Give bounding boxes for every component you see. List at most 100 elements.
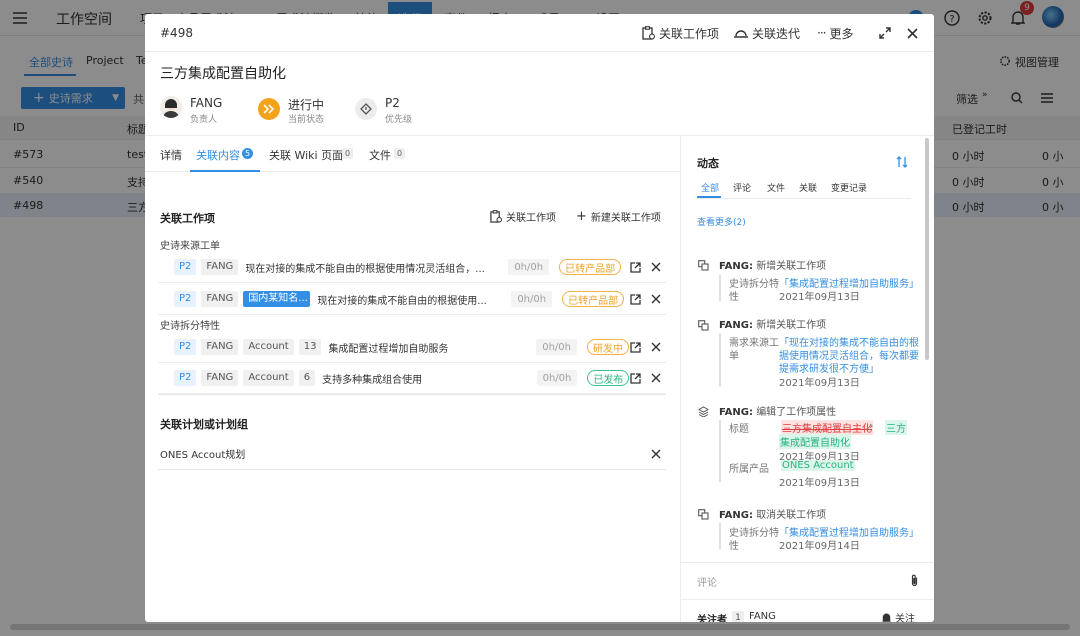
activity-change-arrow-icon: › bbox=[869, 419, 874, 432]
link-item-label: 关联工作项 bbox=[506, 213, 556, 224]
activity-tab-files[interactable]: 文件 bbox=[767, 181, 785, 194]
owner-tag: FANG bbox=[201, 291, 239, 307]
follow-button[interactable]: 关注 bbox=[881, 610, 915, 622]
header-link-iteration-button[interactable]: 关联迭代 bbox=[734, 14, 800, 52]
tab-details[interactable]: 详情 bbox=[160, 147, 182, 163]
layers-edit-icon bbox=[697, 405, 709, 417]
tab-active-underline bbox=[190, 170, 260, 172]
header-link-item-button[interactable]: 关联工作项 bbox=[642, 14, 719, 52]
linked-item-text[interactable]: 现在对接的集成不能自由的根据使用情况灵活组合，... bbox=[245, 260, 501, 275]
linked-item-row[interactable]: P2 FANG 国内某知名... 现在对接的集成不能自由的根据使用... 0h/… bbox=[158, 284, 666, 315]
activity-tab-links[interactable]: 关联 bbox=[799, 181, 817, 194]
activity-tab-comments[interactable]: 评论 bbox=[733, 181, 751, 194]
status-tag: 已转产品部 bbox=[559, 259, 622, 275]
activity-entry-line bbox=[719, 420, 721, 482]
linked-item-text[interactable]: 集成配置过程增加自助服务 bbox=[328, 340, 534, 355]
linked-plan-row[interactable]: ONES Accout规划 bbox=[158, 438, 666, 470]
sort-order-icon[interactable] bbox=[895, 155, 909, 169]
status-icon[interactable] bbox=[258, 98, 280, 120]
header-more-label: 更多 bbox=[829, 26, 854, 41]
owner-tag: FANG bbox=[201, 339, 239, 355]
header-link-item-label: 关联工作项 bbox=[659, 26, 720, 41]
link-item-button[interactable]: 关联工作项 bbox=[490, 209, 556, 224]
tab-linked-content[interactable]: 关联内容 bbox=[196, 147, 240, 163]
work-item-id: #498 bbox=[160, 26, 193, 40]
activity-linked-item-line-3[interactable]: 提需求研发很不方便」 bbox=[779, 360, 879, 375]
priority-tag: P2 bbox=[174, 339, 197, 355]
link-entry-icon bbox=[697, 508, 709, 520]
watcher-name[interactable]: FANG bbox=[749, 611, 776, 622]
hours-tag: 0h/0h bbox=[508, 259, 550, 275]
tab-linked-content-count: 5 bbox=[242, 148, 253, 159]
comment-input[interactable]: 评论 bbox=[697, 574, 897, 589]
activity-entry-header: FANG: 新增关联工作项 bbox=[719, 316, 826, 331]
linked-item-text[interactable]: 现在对接的集成不能自由的根据使用... bbox=[317, 292, 499, 307]
activity-entry-header: FANG: 编辑了工作项属性 bbox=[719, 403, 836, 418]
open-external-icon[interactable] bbox=[629, 261, 641, 273]
see-more-link[interactable]: 查看更多(2) bbox=[697, 215, 746, 228]
tab-files-count: 0 bbox=[394, 148, 405, 159]
activity-new-value: 三方 bbox=[885, 420, 907, 435]
activity-action: 新增关联工作项 bbox=[756, 261, 827, 272]
activity-tab-all[interactable]: 全部 bbox=[701, 181, 719, 194]
new-linked-item-button[interactable]: + 新建关联工作项 bbox=[576, 209, 661, 225]
priority-tag: P2 bbox=[174, 291, 197, 307]
comment-box-divider bbox=[681, 562, 934, 563]
activity-entry-header: FANG: 新增关联工作项 bbox=[719, 257, 826, 272]
activity-tab-changelog[interactable]: 变更记录 bbox=[831, 181, 867, 194]
group-source-tickets: 史诗来源工单 bbox=[160, 241, 220, 252]
activity-field-key-wrap: 单 bbox=[729, 351, 739, 362]
remove-icon[interactable] bbox=[650, 341, 662, 353]
remove-icon[interactable] bbox=[650, 448, 662, 460]
tab-files[interactable]: 文件 bbox=[369, 147, 391, 163]
owner-name[interactable]: FANG bbox=[190, 96, 222, 110]
number-tag: 6 bbox=[298, 370, 316, 386]
linked-item-row[interactable]: P2 FANG Account 13 集成配置过程增加自助服务 0h/0h 研发… bbox=[158, 332, 666, 363]
work-item-title[interactable]: 三方集成配置自助化 bbox=[160, 63, 286, 83]
clipboard-link-icon bbox=[490, 210, 502, 223]
status-value[interactable]: 进行中 bbox=[288, 96, 324, 113]
owner-avatar[interactable] bbox=[160, 96, 182, 118]
tab-wiki-count: 0 bbox=[342, 148, 353, 159]
follow-label: 关注 bbox=[895, 614, 915, 622]
watchers-label: 关注者 bbox=[697, 615, 727, 622]
activity-date: 2021年09月13日 bbox=[779, 292, 860, 303]
status-tag: 已发布 bbox=[587, 370, 630, 386]
remove-icon[interactable] bbox=[650, 372, 662, 384]
hours-tag: 0h/0h bbox=[536, 339, 578, 355]
tab-wiki[interactable]: 关联 Wiki 页面 bbox=[269, 147, 343, 163]
work-item-modal: #498 关联工作项 关联迭代 ··· 更多 三方集成配置自助化 FANG 负责… bbox=[145, 14, 934, 622]
header-more-button[interactable]: ··· 更多 bbox=[817, 14, 853, 52]
remove-icon[interactable] bbox=[650, 261, 662, 273]
watchers-count: 1 bbox=[732, 611, 744, 622]
activity-scrollbar-thumb[interactable] bbox=[925, 138, 929, 360]
priority-icon[interactable] bbox=[355, 98, 377, 120]
priority-tag: P2 bbox=[174, 259, 197, 275]
priority-value[interactable]: P2 bbox=[385, 96, 400, 110]
clipboard-link-icon bbox=[642, 26, 655, 40]
product-tag: Account bbox=[243, 370, 294, 386]
activity-panel: 动态 全部 评论 文件 关联 变更记录 查看更多(2) FANG: 新增关联工作… bbox=[680, 136, 934, 622]
close-icon[interactable] bbox=[905, 26, 919, 40]
open-external-icon[interactable] bbox=[629, 293, 641, 305]
group-split-features: 史诗拆分特性 bbox=[160, 321, 220, 332]
section-divider bbox=[158, 394, 666, 395]
open-external-icon[interactable] bbox=[629, 372, 641, 384]
linked-item-row[interactable]: P2 FANG 现在对接的集成不能自由的根据使用情况灵活组合，... 0h/0h… bbox=[158, 252, 666, 283]
activity-action: 新增关联工作项 bbox=[756, 320, 827, 331]
activity-date: 2021年09月14日 bbox=[779, 541, 860, 552]
activity-user: FANG: bbox=[719, 320, 753, 331]
remove-icon[interactable] bbox=[650, 293, 662, 305]
linked-item-text[interactable]: 支持多种集成组合使用 bbox=[322, 371, 535, 386]
attachment-icon[interactable] bbox=[907, 573, 921, 587]
activity-field-key: 标题 bbox=[729, 424, 749, 435]
customer-tag: 国内某知名... bbox=[243, 291, 311, 307]
open-external-icon[interactable] bbox=[629, 341, 641, 353]
linked-item-row[interactable]: P2 FANG Account 6 支持多种集成组合使用 0h/0h 已发布 bbox=[158, 363, 666, 394]
linked-plan-name[interactable]: ONES Accout规划 bbox=[160, 446, 245, 461]
status-tag: 研发中 bbox=[587, 339, 630, 355]
left-panel: 详情 关联内容 5 关联 Wiki 页面 0 文件 0 关联工作项 关联工作项 … bbox=[145, 136, 680, 622]
activity-field-key-wrap: 性 bbox=[729, 541, 739, 552]
product-tag: Account bbox=[243, 339, 294, 355]
expand-icon[interactable] bbox=[878, 26, 892, 40]
